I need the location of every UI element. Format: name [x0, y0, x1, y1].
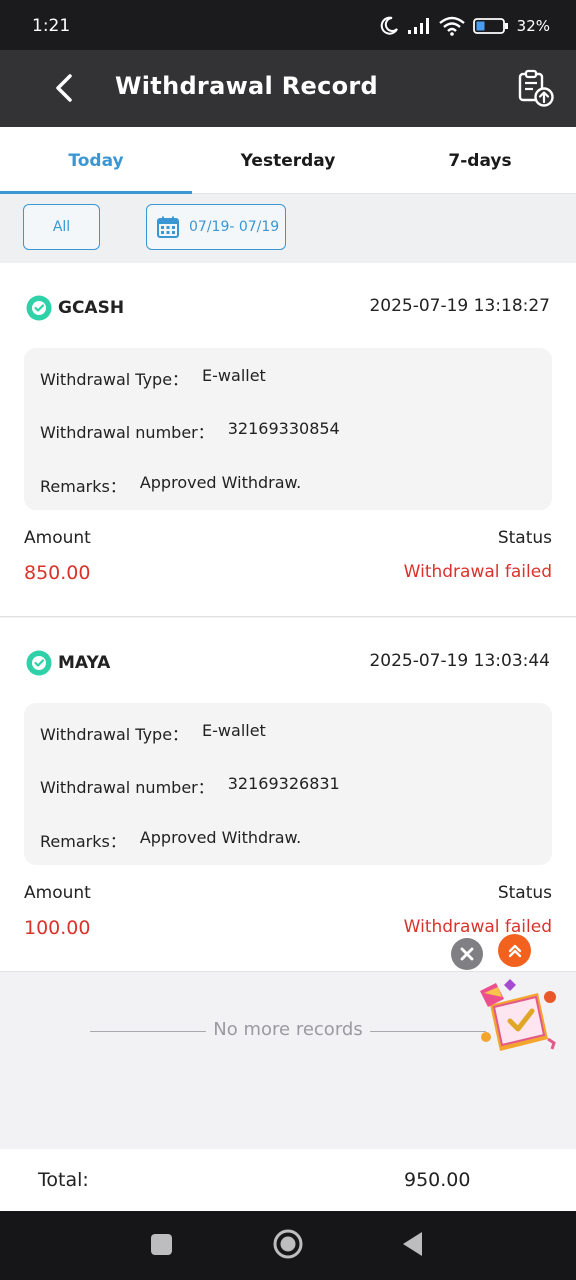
withdrawal-type-label: Withdrawal Type： [40, 370, 189, 389]
all-filter-button[interactable]: All [23, 204, 100, 250]
filter-bar: All 07/19- 07/19 [0, 194, 576, 263]
moon-icon [380, 16, 398, 35]
system-navigation-bar [0, 1211, 576, 1280]
gift-promo-button[interactable] [474, 977, 560, 1057]
withdrawal-number-row: Withdrawal number： 32169326831 [40, 774, 340, 798]
period-tabs: Today Yesterday 7-days [0, 127, 576, 194]
record-upload-button[interactable] [516, 68, 556, 108]
wallet-check-icon [26, 650, 52, 676]
amount-label: Amount [24, 528, 91, 548]
signal-icon [407, 18, 429, 34]
all-filter-label: All [52, 219, 71, 235]
record-channel: GCASH [26, 295, 124, 321]
status-value: Withdrawal failed [403, 562, 552, 582]
record-channel: MAYA [26, 650, 110, 676]
system-status-bar: 1:21 32% [0, 0, 576, 50]
withdrawal-type-row: Withdrawal Type： E-wallet [40, 721, 266, 745]
withdrawal-number-label: Withdrawal number： [40, 423, 214, 442]
divider-right [370, 1031, 486, 1032]
battery-icon [472, 18, 508, 34]
total-bar: Total: 950.00 [0, 1149, 576, 1211]
record-datetime: 2025-07-19 13:18:27 [369, 296, 550, 316]
withdrawal-number-label: Withdrawal number： [40, 778, 214, 797]
withdrawal-type-row: Withdrawal Type： E-wallet [40, 366, 266, 390]
channel-name: GCASH [58, 298, 125, 318]
home-icon[interactable] [272, 1228, 304, 1260]
date-range-label: 07/19- 07/19 [189, 219, 280, 235]
scroll-top-button[interactable] [498, 934, 531, 967]
withdrawal-record-card: MAYA 2025-07-19 13:03:44 Withdrawal Type… [0, 618, 576, 972]
remarks-value: Approved Withdraw. [139, 473, 302, 492]
amount-value: 100.00 [24, 917, 91, 939]
amount-value: 850.00 [24, 562, 91, 584]
back-nav-icon[interactable] [400, 1230, 424, 1258]
withdrawal-record-card: GCASH 2025-07-19 13:18:27 Withdrawal Typ… [0, 263, 576, 617]
scroll-top-icon [508, 944, 521, 957]
status-icons: 32% [379, 12, 550, 40]
status-time: 1:21 [32, 16, 71, 36]
total-label: Total: [38, 1169, 89, 1191]
amount-label: Amount [24, 883, 91, 903]
status-label: Status [497, 528, 552, 548]
battery-percent: 32% [516, 17, 550, 35]
back-button[interactable] [44, 68, 84, 108]
wifi-icon [438, 16, 465, 36]
remarks-label: Remarks： [40, 477, 126, 496]
tab-7-days[interactable]: 7-days [384, 127, 576, 193]
remarks-label: Remarks： [40, 832, 126, 851]
close-floating-button[interactable] [451, 938, 483, 970]
record-details: Withdrawal Type： E-wallet Withdrawal num… [24, 703, 552, 865]
withdrawal-type-value: E-wallet [202, 721, 266, 740]
total-value: 950.00 [404, 1169, 471, 1191]
calendar-icon [157, 216, 179, 238]
channel-name: MAYA [58, 653, 111, 673]
withdrawal-number-row: Withdrawal number： 32169330854 [40, 419, 340, 443]
record-details: Withdrawal Type： E-wallet Withdrawal num… [24, 348, 552, 510]
tab-today[interactable]: Today [0, 127, 192, 194]
back-arrow-icon [56, 74, 72, 102]
remarks-row: Remarks： Approved Withdraw. [40, 828, 301, 852]
recents-icon[interactable] [150, 1233, 173, 1256]
withdrawal-type-value: E-wallet [202, 366, 266, 385]
wallet-check-icon [26, 295, 52, 321]
withdrawal-type-label: Withdrawal Type： [40, 725, 189, 744]
remarks-value: Approved Withdraw. [139, 828, 302, 847]
date-range-button[interactable]: 07/19- 07/19 [146, 204, 286, 250]
status-label: Status [497, 883, 552, 903]
page-title: Withdrawal Record [115, 72, 379, 100]
withdrawal-number-value: 32169326831 [227, 774, 340, 793]
app-header: Withdrawal Record [0, 50, 576, 127]
record-upload-icon [518, 69, 554, 107]
record-datetime: 2025-07-19 13:03:44 [369, 651, 550, 671]
remarks-row: Remarks： Approved Withdraw. [40, 473, 301, 497]
gift-box-icon [480, 979, 556, 1051]
tab-yesterday[interactable]: Yesterday [192, 127, 384, 193]
withdrawal-number-value: 32169330854 [227, 419, 340, 438]
close-icon [460, 947, 474, 961]
status-value: Withdrawal failed [403, 917, 552, 937]
